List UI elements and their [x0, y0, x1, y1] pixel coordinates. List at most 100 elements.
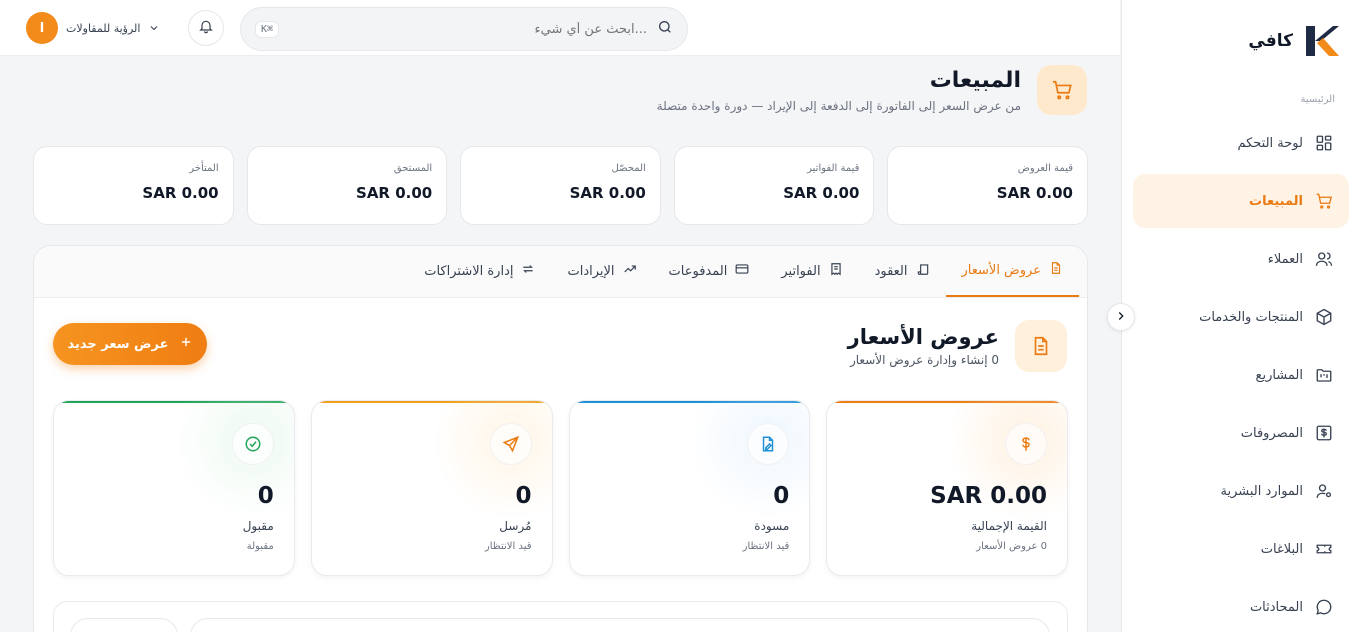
dashboard-grid-icon [1315, 134, 1333, 152]
tab-label: الإيرادات [567, 263, 615, 279]
dollar-square-icon [1315, 424, 1333, 442]
quote-kpis: SAR 0.00 القيمة الإجمالية 0 عروض الأسعار… [53, 400, 1068, 576]
kpi-value: 0 [257, 483, 274, 509]
sidebar-item-customers[interactable]: العملاء [1133, 232, 1349, 286]
search-input[interactable] [289, 21, 647, 37]
sidebar-item-label: المبيعات [1249, 193, 1303, 209]
stat-value: SAR 0.00 [142, 184, 219, 202]
kpi-label: مُرسل [499, 519, 532, 533]
stat-label: قيمة العروض [1017, 163, 1073, 174]
ticket-icon [1315, 540, 1333, 558]
sidebar-item-tickets[interactable]: البلاغات [1133, 522, 1349, 576]
sidebar-item-hr[interactable]: الموارد البشرية [1133, 464, 1349, 518]
new-quote-label: عرض سعر جديد [67, 336, 169, 352]
tab-payments[interactable]: المدفوعات [653, 246, 766, 297]
sidebar: كافي الرئيسية لوحة التحكم المبيعات العمل… [1121, 0, 1365, 632]
stat-value: SAR 0.00 [569, 184, 646, 202]
sidebar-section-label: الرئيسية [1300, 94, 1335, 105]
sidebar-item-label: العملاء [1267, 251, 1303, 267]
new-quote-button[interactable]: عرض سعر جديد [53, 323, 207, 365]
sidebar-item-products[interactable]: المنتجات والخدمات [1133, 290, 1349, 344]
kpi-label: القيمة الإجمالية [971, 519, 1047, 533]
kpi-card-total-value: SAR 0.00 القيمة الإجمالية 0 عروض الأسعار [826, 400, 1068, 576]
brand[interactable]: كافي [1248, 22, 1341, 60]
status-filter-select[interactable] [70, 618, 178, 632]
global-search[interactable]: ⌘K [240, 7, 688, 51]
user-gear-icon [1315, 482, 1333, 500]
kpi-label: مسودة [754, 519, 790, 533]
sidebar-item-chats[interactable]: المحادثات [1133, 580, 1349, 632]
kpi-card-draft: 0 مسودة قيد الانتظار [568, 400, 811, 576]
section-subtitle: 0 إنشاء وإدارة عروض الأسعار [849, 353, 999, 367]
sidebar-nav: لوحة التحكم المبيعات العملاء المنتجات وا… [1133, 116, 1349, 632]
stat-label: قيمة الفواتير [807, 163, 860, 174]
sidebar-collapse-button[interactable] [1107, 303, 1135, 331]
plus-icon [179, 335, 193, 353]
sidebar-item-label: البلاغات [1260, 541, 1303, 557]
kpi-value: SAR 0.00 [930, 483, 1047, 509]
sidebar-item-label: المشاريع [1255, 367, 1303, 383]
tab-label: العقود [874, 263, 908, 279]
repeat-icon [521, 262, 535, 280]
tab-quotes[interactable]: عروض الأسعار [945, 246, 1079, 297]
stat-card-invoices-value: قيمة الفواتير SAR 0.00 [673, 146, 875, 225]
kpi-value: 0 [773, 483, 790, 509]
stat-card-due: المستحق SAR 0.00 [246, 146, 448, 225]
topbar: ⌘K ا الرؤية للمقاولات [0, 0, 1120, 56]
page-title: المبيعات [929, 67, 1021, 93]
trending-up-icon [623, 262, 637, 280]
section-header: عروض الأسعار 0 إنشاء وإدارة عروض الأسعار [848, 320, 1067, 372]
stat-label: المتأخر [189, 163, 219, 174]
kpi-glow [689, 401, 810, 521]
file-text-icon [1015, 320, 1067, 372]
cart-icon [1315, 192, 1333, 210]
tab-label: المدفوعات [668, 263, 728, 279]
kpi-sublabel: 0 عروض الأسعار [976, 541, 1047, 552]
users-icon [1315, 250, 1333, 268]
tab-subscriptions[interactable]: إدارة الاشتراكات [408, 246, 551, 297]
stat-value: SAR 0.00 [356, 184, 433, 202]
chevron-right-icon [1114, 308, 1128, 327]
sidebar-item-label: المنتجات والخدمات [1199, 309, 1303, 325]
stat-label: المستحق [393, 163, 433, 174]
tab-contracts[interactable]: العقود [859, 246, 946, 297]
kpi-glow [431, 401, 552, 521]
stat-value: SAR 0.00 [783, 184, 860, 202]
sales-tabs: عروض الأسعار العقود الفواتير المدفوعات ا… [34, 246, 1087, 298]
brand-name: كافي [1248, 31, 1293, 51]
tab-label: إدارة الاشتراكات [424, 263, 514, 279]
account-menu[interactable]: ا الرؤية للمقاولات [26, 12, 160, 44]
search-shortcut-hint: ⌘K [255, 20, 280, 38]
sidebar-item-label: المصروفات [1240, 425, 1303, 441]
quotes-search-field[interactable] [190, 618, 1050, 632]
sidebar-item-sales[interactable]: المبيعات [1133, 174, 1349, 228]
stat-value: SAR 0.00 [996, 184, 1073, 202]
sidebar-item-label: الموارد البشرية [1220, 483, 1303, 499]
chat-icon [1315, 598, 1333, 616]
kpi-sublabel: قيد الانتظار [484, 541, 532, 552]
sidebar-item-projects[interactable]: المشاريع [1133, 348, 1349, 402]
kpi-sublabel: مقبولة [246, 541, 274, 552]
cart-icon [1037, 65, 1087, 115]
file-edit-icon [747, 423, 790, 465]
dollar-icon [1005, 423, 1047, 465]
tab-label: عروض الأسعار [961, 262, 1042, 278]
sidebar-item-dashboard[interactable]: لوحة التحكم [1133, 116, 1349, 170]
credit-card-icon [735, 262, 749, 280]
sidebar-item-expenses[interactable]: المصروفات [1133, 406, 1349, 460]
search-icon [657, 19, 673, 39]
check-circle-icon [231, 423, 274, 465]
tab-revenue[interactable]: الإيرادات [551, 246, 652, 297]
notifications-button[interactable] [188, 10, 224, 46]
page-subtitle: من عرض السعر إلى الفاتورة إلى الدفعة إلى… [656, 98, 1021, 113]
scroll-icon [916, 262, 930, 280]
page-header: المبيعات من عرض السعر إلى الفاتورة إلى ا… [657, 65, 1087, 115]
kpi-value: 0 [515, 483, 532, 509]
tab-invoices[interactable]: الفواتير [765, 246, 858, 297]
tab-label: الفواتير [781, 263, 821, 279]
section-title: عروض الأسعار [847, 325, 999, 349]
sales-panel: عروض الأسعار العقود الفواتير المدفوعات ا… [33, 245, 1088, 632]
kpi-card-sent: 0 مُرسل قيد الانتظار [310, 400, 553, 576]
quotes-table-card [53, 601, 1068, 632]
chevron-down-icon [148, 19, 160, 38]
